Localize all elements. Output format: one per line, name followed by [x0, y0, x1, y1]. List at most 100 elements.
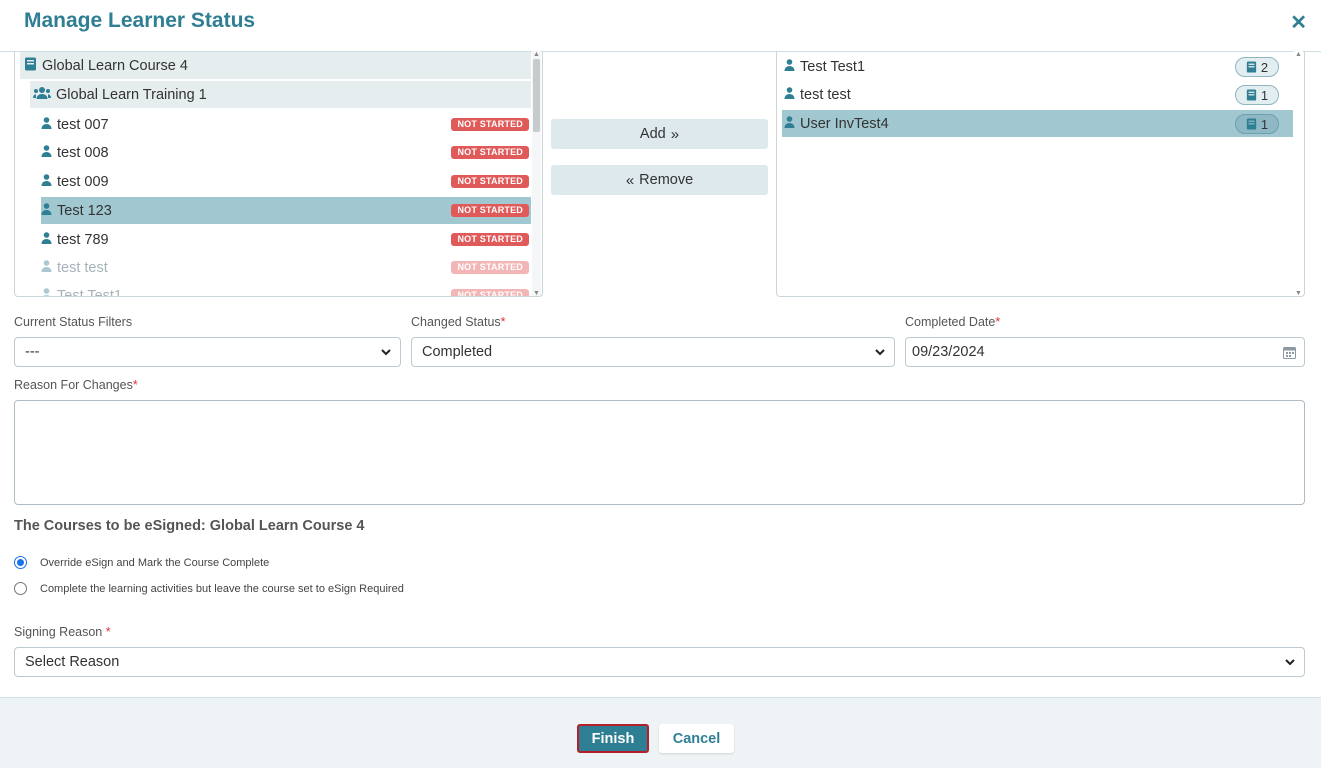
left-list-scrollbar[interactable]: ▲ ▼: [532, 51, 541, 296]
signing-reason-label: Signing Reason *: [14, 625, 111, 639]
user-icon: [784, 115, 795, 132]
scroll-up-icon[interactable]: ▲: [1295, 51, 1302, 58]
completed-date-label-text: Completed Date: [905, 315, 996, 329]
right-list-scrollbar[interactable]: ▲ ▼: [1294, 51, 1303, 296]
completed-date-input[interactable]: 09/23/2024: [905, 337, 1305, 367]
learner-row[interactable]: test 008 NOT STARTED: [41, 139, 531, 166]
changed-status-select[interactable]: Completed: [411, 337, 895, 367]
learner-row-disabled: Test Test1 NOT STARTED: [41, 282, 531, 297]
calendar-icon[interactable]: [1283, 346, 1296, 359]
user-icon: [784, 86, 795, 103]
required-asterisk: *: [500, 315, 506, 329]
leave-esign-required-option[interactable]: Complete the learning activities but lea…: [14, 582, 404, 595]
completed-date-label: Completed Date*: [905, 315, 1000, 329]
book-icon: [1246, 89, 1257, 101]
user-icon: [41, 144, 52, 161]
close-icon[interactable]: ✕: [1290, 10, 1307, 35]
status-badge: NOT STARTED: [451, 204, 529, 217]
chevron-down-icon: [1285, 659, 1295, 666]
add-button[interactable]: Add »: [551, 119, 768, 149]
finish-button[interactable]: Finish: [577, 724, 649, 753]
user-icon: [41, 116, 52, 133]
course-count: 1: [1260, 87, 1269, 103]
required-asterisk: *: [995, 315, 1001, 329]
add-button-label: Add: [639, 126, 666, 142]
user-name: Test Test1: [800, 58, 866, 75]
override-esign-option[interactable]: Override eSign and Mark the Course Compl…: [14, 556, 269, 569]
learner-row[interactable]: test 007 NOT STARTED: [41, 111, 531, 138]
learner-row[interactable]: test 789 NOT STARTED: [41, 226, 531, 253]
book-icon: [1246, 61, 1257, 73]
status-badge: NOT STARTED: [451, 261, 529, 274]
course-count-badge[interactable]: 1: [1235, 114, 1279, 134]
current-status-select[interactable]: ---: [14, 337, 401, 367]
learner-name: Test 123: [57, 202, 112, 219]
override-esign-radio[interactable]: [14, 556, 27, 569]
changed-status-value: Completed: [422, 344, 493, 360]
modal-header: Manage Learner Status ✕: [0, 0, 1321, 52]
reason-textarea[interactable]: [14, 400, 1305, 505]
available-learners-list[interactable]: Global Learn Course 4 Global Learn Train…: [14, 51, 543, 297]
current-status-label-text: Current Status Filters: [14, 315, 133, 329]
scroll-down-icon[interactable]: ▼: [1295, 290, 1302, 296]
signing-reason-label-text: Signing Reason: [14, 625, 103, 639]
chevron-down-icon: [381, 349, 391, 356]
learner-name: test 009: [57, 173, 109, 190]
user-name: User InvTest4: [800, 115, 889, 132]
leave-esign-required-radio[interactable]: [14, 582, 27, 595]
scroll-down-icon[interactable]: ▼: [533, 290, 540, 296]
cancel-button[interactable]: Cancel: [659, 724, 734, 753]
changed-status-label-text: Changed Status: [411, 315, 501, 329]
current-status-label: Current Status Filters: [14, 315, 132, 329]
scroll-thumb[interactable]: [533, 59, 540, 132]
status-badge: NOT STARTED: [451, 118, 529, 131]
course-name: Global Learn Course 4: [42, 57, 188, 74]
learner-row-selected[interactable]: Test 123 NOT STARTED: [41, 197, 531, 224]
signing-reason-select[interactable]: Select Reason: [14, 647, 1305, 677]
course-count-badge[interactable]: 1: [1235, 85, 1279, 105]
selected-learners-list[interactable]: Test Test1 2 test test 1 User InvTest4 1…: [776, 51, 1305, 297]
users-group-icon: [33, 86, 51, 104]
leave-esign-required-label: Complete the learning activities but lea…: [40, 582, 404, 595]
manage-learner-status-modal: Manage Learner Status ✕ Global Learn Cou…: [0, 0, 1321, 768]
status-badge: NOT STARTED: [451, 175, 529, 188]
selected-user-row-active[interactable]: User InvTest4 1: [782, 110, 1293, 137]
scroll-up-icon[interactable]: ▲: [533, 51, 540, 58]
course-count-badge[interactable]: 2: [1235, 57, 1279, 77]
selected-user-row[interactable]: Test Test1 2: [782, 53, 1293, 80]
chevron-down-icon: [875, 349, 885, 356]
learner-name: Test Test1: [57, 287, 123, 297]
learner-name: test 789: [57, 231, 109, 248]
remove-button-label: Remove: [639, 172, 694, 188]
selected-user-row[interactable]: test test 1: [782, 81, 1293, 108]
learner-row[interactable]: test 009 NOT STARTED: [41, 168, 531, 195]
double-chevron-left-icon: «: [625, 171, 635, 189]
status-badge: NOT STARTED: [451, 233, 529, 246]
user-icon: [41, 173, 52, 190]
learner-name: test test: [57, 259, 108, 276]
override-esign-label: Override eSign and Mark the Course Compl…: [40, 556, 270, 569]
learner-row-disabled: test test NOT STARTED: [41, 254, 531, 281]
course-count: 1: [1260, 116, 1269, 132]
user-icon: [41, 287, 52, 296]
modal-title: Manage Learner Status: [24, 9, 256, 32]
required-asterisk: *: [132, 378, 138, 392]
user-icon: [784, 58, 795, 75]
current-status-value: ---: [25, 344, 40, 360]
reason-label-text: Reason For Changes: [14, 378, 133, 392]
course-count: 2: [1260, 59, 1269, 75]
signing-reason-value: Select Reason: [25, 654, 120, 670]
completed-date-value: 09/23/2024: [912, 344, 985, 360]
esign-courses-title: The Courses to be eSigned: Global Learn …: [14, 518, 365, 534]
book-icon: [1246, 118, 1257, 130]
remove-button[interactable]: « Remove: [551, 165, 768, 195]
course-row[interactable]: Global Learn Course 4: [20, 52, 531, 79]
training-row[interactable]: Global Learn Training 1: [30, 81, 531, 108]
reason-label: Reason For Changes*: [14, 378, 138, 392]
book-icon: [24, 57, 37, 75]
learner-name: test 008: [57, 144, 109, 161]
double-chevron-right-icon: »: [670, 125, 680, 143]
status-badge: NOT STARTED: [451, 289, 529, 296]
user-name: test test: [800, 86, 851, 103]
training-name: Global Learn Training 1: [56, 86, 207, 103]
